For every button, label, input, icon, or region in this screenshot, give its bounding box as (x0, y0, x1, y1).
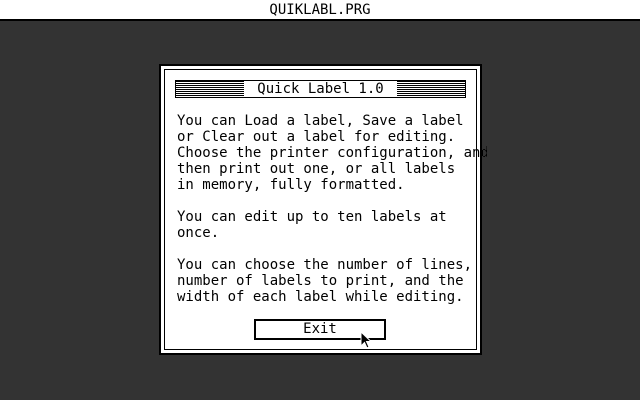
dialog-title: Quick Label 1.0 (244, 81, 397, 97)
about-dialog: Quick Label 1.0 You can Load a label, Sa… (159, 64, 489, 355)
menu-bar: QUIKLABL.PRG (0, 0, 640, 21)
dialog-text-options: You can choose the number of lines, numb… (177, 257, 473, 305)
arrow-pointer-icon (360, 331, 372, 349)
dialog-text-edit-limit: You can edit up to ten labels at once. (177, 209, 447, 241)
dialog-text-load-save: You can Load a label, Save a label or Cl… (177, 113, 489, 193)
program-title: QUIKLABL.PRG (269, 2, 371, 18)
dialog-title-bar: Quick Label 1.0 (175, 80, 466, 98)
